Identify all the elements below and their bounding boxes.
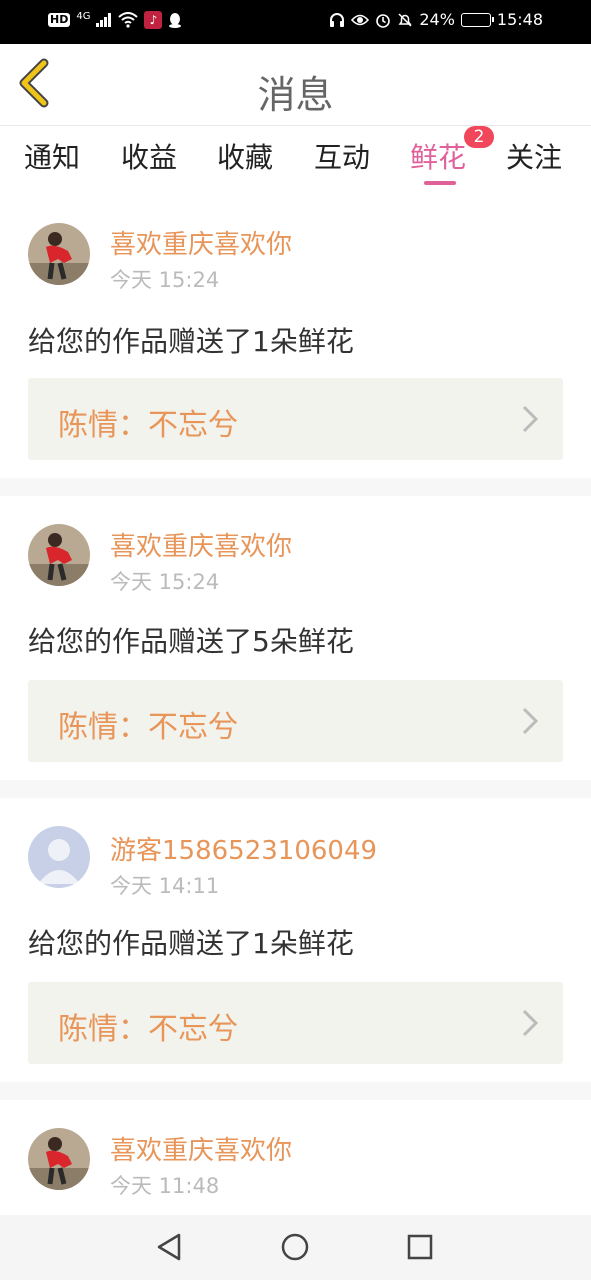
tab-flowers[interactable]: 鲜花 2 xyxy=(410,126,495,176)
wifi-icon xyxy=(118,12,139,28)
work-title: 陈情：不忘兮 xyxy=(58,1012,238,1047)
avatar[interactable] xyxy=(28,223,90,285)
message-card: 游客1586523106049 今天 14:11 给您的作品赠送了1朵鲜花 陈情… xyxy=(0,798,591,1082)
network-label: 4G xyxy=(76,10,91,22)
work-title: 陈情：不忘兮 xyxy=(58,408,238,443)
recents-square-icon xyxy=(407,1234,433,1260)
tiktok-icon: ♪ xyxy=(144,11,163,29)
hd-icon: HD xyxy=(48,13,71,27)
chevron-right-icon xyxy=(522,405,539,433)
chevron-right-icon xyxy=(522,1009,539,1037)
avatar[interactable] xyxy=(28,524,90,586)
username[interactable]: 喜欢重庆喜欢你 xyxy=(110,526,292,563)
message-card: 喜欢重庆喜欢你 今天 11:48 xyxy=(0,1100,591,1215)
work-title: 陈情：不忘兮 xyxy=(58,710,238,745)
active-tab-indicator xyxy=(424,181,456,185)
user-photo-icon xyxy=(28,223,90,285)
nav-home-button[interactable] xyxy=(275,1227,315,1267)
bell-muted-icon xyxy=(398,12,412,27)
message-card: 喜欢重庆喜欢你 今天 15:24 给您的作品赠送了1朵鲜花 陈情：不忘兮 xyxy=(0,198,591,478)
timestamp: 今天 14:11 xyxy=(110,874,220,898)
system-nav-bar xyxy=(0,1215,591,1280)
tab-bar: 通知 收益 收藏 互动 鲜花 2 关注 xyxy=(0,126,591,198)
page-title: 消息 xyxy=(257,73,334,117)
unread-badge: 2 xyxy=(464,126,495,148)
signal-icon xyxy=(96,13,112,27)
status-right: 24% 15:48 xyxy=(329,10,543,29)
tab-earnings[interactable]: 收益 xyxy=(121,136,177,176)
tab-flowers-label: 鲜花 xyxy=(410,141,467,174)
qq-icon xyxy=(169,13,182,28)
status-bar: HD 4G ♪ 24% 15:48 xyxy=(0,0,591,44)
alarm-icon xyxy=(376,13,391,28)
gift-message: 给您的作品赠送了5朵鲜花 xyxy=(28,625,354,658)
work-link[interactable]: 陈情：不忘兮 xyxy=(28,680,563,762)
status-left: HD 4G ♪ xyxy=(48,11,182,29)
avatar-default[interactable] xyxy=(28,826,90,888)
headphones-icon xyxy=(330,12,345,27)
gift-message: 给您的作品赠送了1朵鲜花 xyxy=(28,927,354,960)
battery-percent: 24% xyxy=(419,10,455,29)
eye-icon xyxy=(351,14,370,25)
tab-interactions[interactable]: 互动 xyxy=(314,136,370,176)
battery-icon xyxy=(460,12,494,27)
work-link[interactable]: 陈情：不忘兮 xyxy=(28,378,563,460)
avatar[interactable] xyxy=(28,1128,90,1190)
user-photo-icon xyxy=(28,524,90,586)
back-triangle-icon xyxy=(157,1233,181,1261)
gift-message: 给您的作品赠送了1朵鲜花 xyxy=(28,325,354,358)
username[interactable]: 游客1586523106049 xyxy=(110,830,377,867)
timestamp: 今天 15:24 xyxy=(110,268,220,292)
clock: 15:48 xyxy=(496,10,543,29)
tab-notifications[interactable]: 通知 xyxy=(24,136,80,176)
nav-recents-button[interactable] xyxy=(400,1227,440,1267)
nav-back-button[interactable] xyxy=(150,1227,190,1267)
default-user-icon xyxy=(28,826,90,888)
chevron-right-icon xyxy=(522,707,539,735)
timestamp: 今天 15:24 xyxy=(110,570,220,594)
tab-favorites[interactable]: 收藏 xyxy=(217,136,273,176)
work-link[interactable]: 陈情：不忘兮 xyxy=(28,982,563,1064)
user-photo-icon xyxy=(28,1128,90,1190)
message-card: 喜欢重庆喜欢你 今天 15:24 给您的作品赠送了5朵鲜花 陈情：不忘兮 xyxy=(0,496,591,780)
username[interactable]: 喜欢重庆喜欢你 xyxy=(110,1130,292,1167)
tab-following[interactable]: 关注 xyxy=(506,136,562,176)
app-header: 消息 xyxy=(0,44,591,126)
username[interactable]: 喜欢重庆喜欢你 xyxy=(110,224,292,261)
home-circle-icon xyxy=(281,1233,309,1261)
timestamp: 今天 11:48 xyxy=(110,1174,220,1198)
